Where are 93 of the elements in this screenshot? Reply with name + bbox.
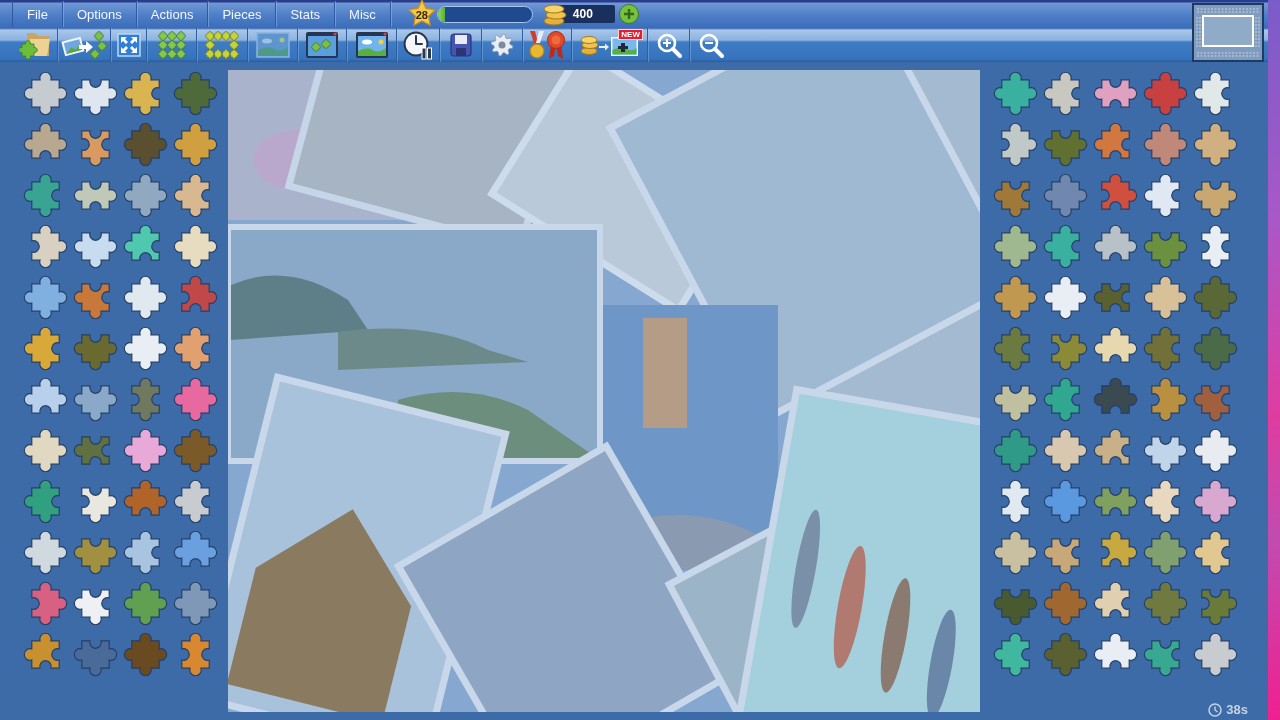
puzzle-piece-icon[interactable] <box>73 232 117 269</box>
puzzle-piece-icon[interactable] <box>1093 79 1137 108</box>
save-icon[interactable] <box>449 33 472 57</box>
puzzle-piece-icon[interactable] <box>23 71 67 116</box>
folder-puzzle-icon[interactable] <box>18 30 51 60</box>
puzzle-piece-icon[interactable] <box>993 71 1037 116</box>
coin-stack-icon <box>542 2 567 26</box>
puzzle-piece-icon[interactable] <box>1193 479 1237 524</box>
medal-icon[interactable] <box>529 30 545 60</box>
puzzle-piece-icon[interactable] <box>993 385 1037 422</box>
puzzle-piece-icon[interactable] <box>123 71 160 116</box>
puzzle-piece-icon[interactable] <box>123 326 167 371</box>
puzzle-piece-icon[interactable] <box>23 632 60 669</box>
puzzle-piece-icon[interactable] <box>123 224 160 261</box>
puzzle-piece-icon[interactable] <box>30 224 67 269</box>
puzzle-piece-icon[interactable] <box>180 632 210 677</box>
puzzle-piece-icon[interactable] <box>73 589 110 626</box>
puzzle-piece-icon[interactable] <box>73 385 117 422</box>
puzzle-piece-icon[interactable] <box>1093 224 1137 261</box>
window-pieces-icon[interactable] <box>305 31 339 59</box>
menu-item[interactable]: Misc <box>335 1 391 27</box>
puzzle-piece-icon[interactable] <box>23 275 67 320</box>
puzzle-piece-icon[interactable] <box>1043 275 1087 320</box>
level-badge: 28 <box>406 0 437 28</box>
puzzle-piece-icon[interactable] <box>1093 326 1137 363</box>
puzzle-piece-icon[interactable] <box>1043 428 1087 473</box>
plus-icon <box>623 9 634 19</box>
puzzle-piece-icon[interactable] <box>1093 428 1130 465</box>
menu-item[interactable]: Stats <box>276 1 336 27</box>
settings-icon[interactable] <box>490 33 514 57</box>
rosette-icon[interactable] <box>547 30 565 60</box>
menu-item[interactable]: File <box>12 1 63 27</box>
puzzle-piece-icon[interactable] <box>993 632 1030 677</box>
puzzle-piece-icon[interactable] <box>993 530 1037 575</box>
piece-border-icon[interactable] <box>205 31 239 59</box>
puzzle-piece-icon[interactable] <box>23 326 60 371</box>
puzzle-piece-icon[interactable] <box>173 173 210 218</box>
puzzle-piece-icon[interactable] <box>1043 224 1080 269</box>
piece-grid-icon[interactable] <box>157 31 186 59</box>
menu-item[interactable]: Pieces <box>208 1 277 27</box>
puzzle-piece-icon[interactable] <box>23 122 67 159</box>
puzzle-piece-icon[interactable] <box>123 275 167 320</box>
window-landscape-icon[interactable] <box>354 31 389 59</box>
puzzle-piece-icon[interactable] <box>1193 71 1230 116</box>
puzzle-piece-icon[interactable] <box>1143 173 1180 218</box>
puzzle-piece-icon[interactable] <box>1200 224 1230 269</box>
puzzle-piece-icon[interactable] <box>1000 122 1037 167</box>
puzzle-piece-icon[interactable] <box>1093 487 1137 516</box>
puzzle-piece-icon[interactable] <box>23 530 67 575</box>
puzzle-piece-icon[interactable] <box>993 224 1037 269</box>
add-coins-button[interactable] <box>618 4 639 24</box>
menu-item[interactable]: Options <box>62 1 137 27</box>
puzzle-piece-icon[interactable] <box>1043 538 1080 575</box>
picture-to-pieces-icon[interactable] <box>61 30 107 60</box>
puzzle-piece-icon[interactable] <box>1043 71 1080 116</box>
zoom-in-icon[interactable] <box>655 32 682 58</box>
puzzle-piece-icon[interactable] <box>1143 479 1180 524</box>
puzzle-piece-icon[interactable] <box>73 181 117 210</box>
minimap[interactable] <box>1192 3 1264 62</box>
puzzle-piece-icon[interactable] <box>173 122 217 167</box>
puzzle-piece-icon[interactable] <box>173 326 210 371</box>
puzzle-piece-icon[interactable] <box>80 487 117 524</box>
puzzle-piece-icon[interactable] <box>1000 479 1030 524</box>
clock-pause-icon[interactable] <box>403 30 433 60</box>
coins-to-picture-icon[interactable] <box>579 33 640 57</box>
puzzle-piece-icon[interactable] <box>80 130 110 167</box>
puzzle-piece-icon[interactable] <box>1193 122 1237 167</box>
puzzle-piece-icon[interactable] <box>73 79 117 116</box>
puzzle-piece-icon[interactable] <box>23 428 67 473</box>
new-badge: NEW <box>618 29 643 40</box>
puzzle-piece-icon[interactable] <box>1193 181 1237 218</box>
puzzle-piece-icon[interactable] <box>173 530 217 567</box>
puzzle-piece-icon[interactable] <box>23 377 67 414</box>
puzzle-piece-icon[interactable] <box>1093 581 1130 618</box>
elapsed-time: 38s <box>1226 702 1248 717</box>
puzzle-piece-icon[interactable] <box>1143 436 1187 473</box>
puzzle-piece-icon[interactable] <box>173 479 210 524</box>
puzzle-piece-icon[interactable] <box>1143 640 1180 677</box>
zoom-out-icon[interactable] <box>698 32 724 58</box>
puzzle-piece-icon[interactable] <box>1100 530 1137 567</box>
puzzle-piece-icon[interactable] <box>1093 632 1137 669</box>
puzzle-piece-icon[interactable] <box>123 428 167 473</box>
menu-item[interactable]: Actions <box>136 1 209 27</box>
puzzle-piece-icon[interactable] <box>173 224 217 269</box>
puzzle-piece-icon[interactable] <box>1193 530 1230 575</box>
clock-icon <box>1208 702 1223 717</box>
puzzle-piece-icon[interactable] <box>1193 428 1237 473</box>
puzzle-piece-icon[interactable] <box>1193 632 1237 677</box>
puzzle-piece-icon[interactable] <box>1143 275 1187 320</box>
puzzle-piece-icon[interactable] <box>123 173 167 218</box>
puzzle-piece-icon[interactable] <box>123 530 160 575</box>
puzzle-piece-icon[interactable] <box>993 275 1037 320</box>
fullscreen-icon[interactable] <box>116 33 141 57</box>
